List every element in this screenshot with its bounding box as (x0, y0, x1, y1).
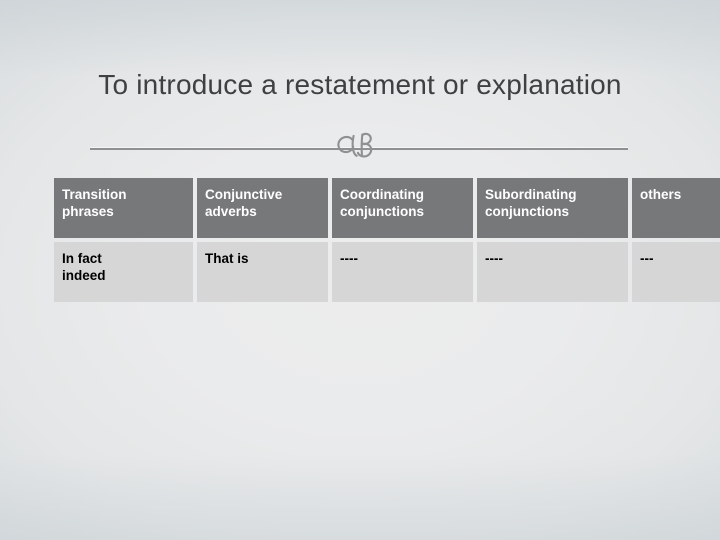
table-cell-conjunctive-adverbs: That is (197, 242, 328, 302)
header-line: adverbs (205, 204, 257, 219)
table-cell-others: --- (632, 242, 720, 302)
header-line: Conjunctive (205, 187, 283, 202)
slide-canvas: To introduce a restatement or explanatio… (0, 0, 720, 540)
header-line: conjunctions (485, 204, 569, 219)
cell-line: indeed (62, 268, 106, 283)
cb-ornament-icon (328, 125, 390, 163)
column-header-subordinating-conjunctions: Subordinating conjunctions (477, 178, 628, 238)
cell-line: That is (205, 251, 249, 266)
column-header-others: others (632, 178, 720, 238)
table-header: Transition phrases Conjunctive adverbs C… (54, 178, 720, 238)
header-line: phrases (62, 204, 114, 219)
header-line: others (640, 187, 682, 202)
table-row: In fact indeed That is ---- ---- --- (54, 242, 720, 302)
ornamental-divider (90, 127, 628, 163)
header-line: conjunctions (340, 204, 424, 219)
table-header-row: Transition phrases Conjunctive adverbs C… (54, 178, 720, 238)
cell-line: In fact (62, 251, 102, 266)
table-cell-subordinating-conjunctions: ---- (477, 242, 628, 302)
column-header-coordinating-conjunctions: Coordinating conjunctions (332, 178, 473, 238)
page-title: To introduce a restatement or explanatio… (98, 69, 622, 100)
transitions-table: Transition phrases Conjunctive adverbs C… (54, 178, 720, 302)
cell-line: --- (640, 251, 654, 266)
table-cell-transition-phrases: In fact indeed (54, 242, 193, 302)
header-line: Subordinating (485, 187, 577, 202)
table-body: In fact indeed That is ---- ---- --- (54, 238, 720, 302)
cell-line: ---- (340, 251, 358, 266)
header-line: Coordinating (340, 187, 424, 202)
column-header-transition-phrases: Transition phrases (54, 178, 193, 238)
table-cell-coordinating-conjunctions: ---- (332, 242, 473, 302)
column-header-conjunctive-adverbs: Conjunctive adverbs (197, 178, 328, 238)
header-line: Transition (62, 187, 127, 202)
cell-line: ---- (485, 251, 503, 266)
table: Transition phrases Conjunctive adverbs C… (50, 178, 720, 302)
